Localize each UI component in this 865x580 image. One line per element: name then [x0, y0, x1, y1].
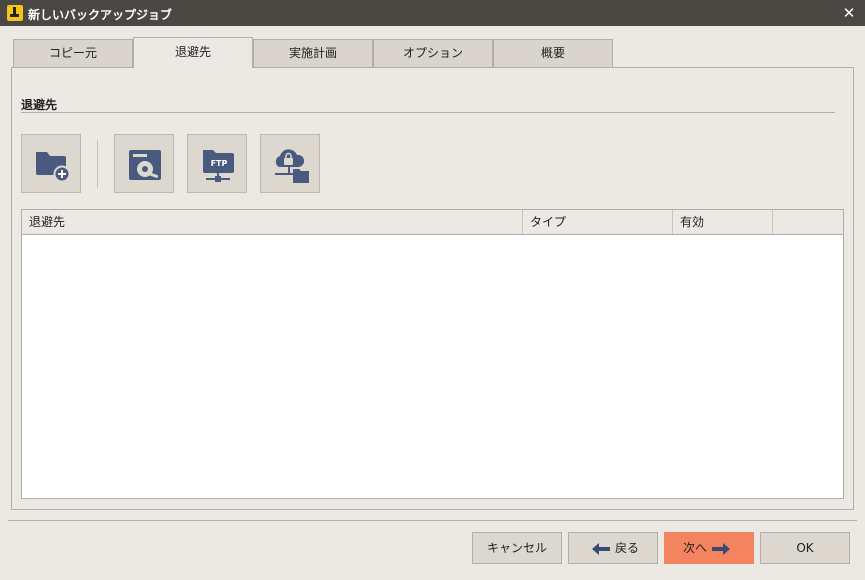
- secure-cloud-button[interactable]: [260, 134, 320, 193]
- title-bar: 新しいバックアップジョブ ✕: [0, 0, 865, 26]
- next-button[interactable]: 次へ: [664, 532, 754, 564]
- arrow-right-icon: [712, 542, 730, 555]
- toolbar-separator: [97, 140, 98, 188]
- secure-cloud-icon: [275, 149, 309, 183]
- footer-divider: [8, 520, 857, 521]
- column-header-extra[interactable]: [773, 210, 843, 234]
- tab-options[interactable]: オプション: [373, 39, 493, 68]
- table-header: 退避先 タイプ 有効: [22, 210, 843, 235]
- cancel-button[interactable]: キャンセル: [472, 532, 562, 564]
- tab-source[interactable]: コピー元: [13, 39, 133, 68]
- ftp-icon: FTP: [203, 150, 234, 182]
- ok-button[interactable]: OK: [760, 532, 850, 564]
- window-title: 新しいバックアップジョブ: [28, 8, 173, 22]
- arrow-left-icon: [591, 542, 610, 555]
- ftp-button[interactable]: FTP: [187, 134, 247, 193]
- column-header-destination[interactable]: 退避先: [22, 210, 523, 234]
- column-header-enabled[interactable]: 有効: [673, 210, 773, 234]
- section-divider: [21, 112, 835, 113]
- destination-table[interactable]: 退避先 タイプ 有効: [21, 209, 844, 499]
- cancel-button-label: キャンセル: [486, 541, 547, 555]
- add-folder-icon: [36, 152, 71, 183]
- tab-summary[interactable]: 概要: [493, 39, 613, 68]
- next-button-label: 次へ: [682, 541, 707, 555]
- tab-schedule[interactable]: 実施計画: [253, 39, 373, 68]
- tab-destination[interactable]: 退避先: [133, 37, 253, 68]
- back-button[interactable]: 戻る: [568, 532, 658, 564]
- ok-button-label: OK: [796, 541, 814, 555]
- local-drive-icon: [129, 150, 161, 180]
- section-title: 退避先: [21, 98, 58, 112]
- ftp-label: FTP: [211, 159, 228, 168]
- back-button-label: 戻る: [614, 541, 639, 555]
- column-header-type[interactable]: タイプ: [523, 210, 673, 234]
- close-button[interactable]: ✕: [833, 0, 865, 26]
- app-logo-icon: [7, 5, 23, 21]
- local-drive-button[interactable]: [114, 134, 174, 193]
- add-folder-button[interactable]: [21, 134, 81, 193]
